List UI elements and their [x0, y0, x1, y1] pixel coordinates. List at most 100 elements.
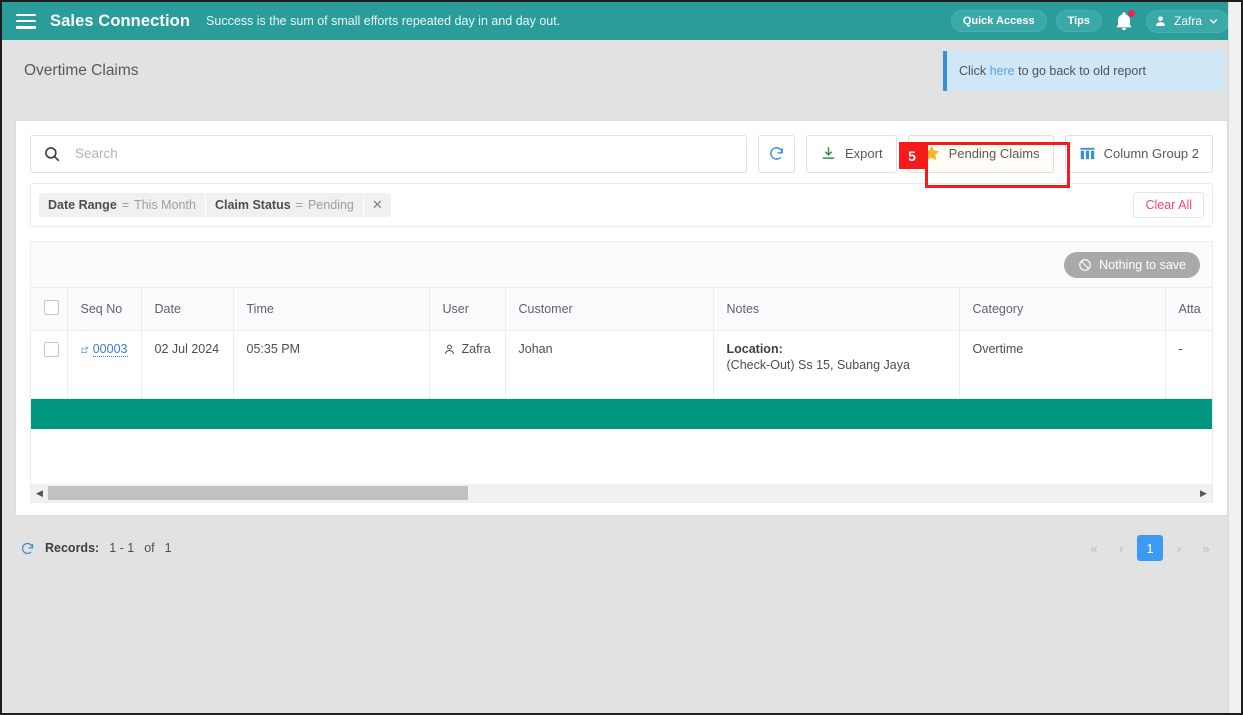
open-external-icon[interactable] — [81, 344, 88, 356]
notes-label: Location: — [726, 342, 783, 356]
chip-value: This Month — [134, 198, 196, 212]
page-prev-button[interactable]: ‹ — [1110, 536, 1132, 560]
notice-prefix: Click — [959, 64, 987, 78]
report-card: Export Pending Claims Column Group 2 — [15, 120, 1228, 516]
tips-button[interactable]: Tips — [1055, 10, 1102, 32]
page-first-button[interactable]: « — [1083, 536, 1105, 560]
pagination-footer: Records: 1 - 1 of 1 « ‹ 1 › » — [2, 524, 1241, 572]
page-header: Overtime Claims Click here to go back to… — [2, 40, 1241, 102]
cell-seq-no: 00003 — [67, 330, 142, 399]
header-time[interactable]: Time — [233, 288, 430, 331]
column-group-button[interactable]: Column Group 2 — [1064, 134, 1213, 173]
export-button[interactable]: Export — [805, 134, 897, 173]
refresh-icon — [770, 147, 784, 160]
notification-badge-dot — [1127, 10, 1135, 17]
report-toolbar: Export Pending Claims Column Group 2 — [16, 121, 1227, 186]
pending-claims-label: Pending Claims — [948, 146, 1040, 161]
grid-horizontal-scrollbar[interactable]: ◀ ▶ — [31, 484, 1212, 502]
cell-category: Overtime — [959, 330, 1166, 399]
user-avatar-icon — [1156, 15, 1165, 26]
no-entry-icon — [1079, 258, 1091, 271]
quick-access-button[interactable]: Quick Access — [950, 10, 1047, 32]
grid-summary-bar — [31, 399, 1212, 429]
app-tagline: Success is the sum of small efforts repe… — [206, 14, 561, 28]
table-row[interactable]: 00003 02 Jul 2024 05:35 PM Zafra Johan L… — [31, 330, 1212, 399]
scrollbar-track[interactable] — [48, 486, 1195, 500]
export-download-icon — [822, 147, 835, 159]
header-user[interactable]: User — [429, 288, 506, 331]
hamburger-menu-icon[interactable] — [16, 13, 36, 29]
user-icon — [444, 344, 454, 354]
cell-user: Zafra — [429, 330, 506, 399]
cell-notes: Location: (Check-Out) Ss 15, Subang Jaya — [713, 330, 960, 399]
top-navigation-bar: Sales Connection Success is the sum of s… — [2, 2, 1241, 40]
search-icon — [45, 146, 60, 161]
data-grid: Nothing to save Seq No Date Time User Cu… — [30, 241, 1213, 503]
notice-suffix: to go back to old report — [1018, 64, 1146, 78]
filter-chip-claim-status[interactable]: Claim Status = Pending — [206, 193, 363, 217]
claims-table: Seq No Date Time User Customer Notes Cat… — [31, 288, 1212, 399]
column-group-label: Column Group 2 — [1103, 146, 1199, 161]
table-head: Seq No Date Time User Customer Notes Cat… — [31, 288, 1212, 331]
page-last-button[interactable]: » — [1195, 536, 1217, 560]
header-date[interactable]: Date — [141, 288, 234, 331]
scroll-left-arrow-icon[interactable]: ◀ — [31, 488, 48, 499]
old-report-notice: Click here to go back to old report — [943, 51, 1225, 91]
records-label: Records: — [45, 541, 100, 555]
records-of-label: of — [144, 541, 155, 555]
records-range: 1 - 1 — [109, 541, 135, 555]
header-notes[interactable]: Notes — [713, 288, 960, 331]
refresh-icon[interactable] — [20, 541, 35, 556]
page-next-button[interactable]: › — [1168, 536, 1190, 560]
filter-chip-date-range[interactable]: Date Range = This Month — [39, 193, 205, 217]
app-screen: Sales Connection Success is the sum of s… — [0, 0, 1243, 715]
annotation-step-number: 5 — [899, 142, 925, 169]
scrollbar-thumb[interactable] — [48, 486, 468, 500]
search-box[interactable] — [30, 134, 748, 173]
cell-date: 02 Jul 2024 — [141, 330, 234, 399]
pagination-controls: « ‹ 1 › » — [1083, 535, 1217, 561]
export-label: Export — [844, 146, 883, 161]
grid-action-bar: Nothing to save — [31, 242, 1212, 288]
header-attachment[interactable]: Atta — [1165, 288, 1212, 331]
scroll-right-arrow-icon[interactable]: ▶ — [1195, 488, 1212, 499]
column-group-icon — [1080, 147, 1095, 160]
chip-value: Pending — [307, 198, 354, 212]
header-select-all — [31, 288, 68, 331]
cell-customer: Johan — [505, 330, 714, 399]
header-customer[interactable]: Customer — [505, 288, 714, 331]
header-category[interactable]: Category — [959, 288, 1166, 331]
user-name-label: Zafra — [1173, 14, 1202, 28]
records-info: Records: 1 - 1 of 1 — [20, 541, 172, 556]
page-vertical-scrollbar[interactable] — [1228, 2, 1241, 713]
search-input[interactable] — [73, 145, 735, 162]
user-menu-button[interactable]: Zafra — [1145, 9, 1229, 33]
notification-bell-icon[interactable] — [1113, 10, 1135, 32]
page-number-1[interactable]: 1 — [1137, 535, 1163, 561]
chevron-down-icon — [1209, 18, 1218, 24]
pending-claims-button[interactable]: Pending Claims — [907, 134, 1054, 173]
refresh-button[interactable] — [758, 134, 795, 173]
chip-key: Date Range — [48, 198, 117, 212]
seq-no-link[interactable]: 00003 — [92, 342, 128, 357]
table-body: 00003 02 Jul 2024 05:35 PM Zafra Johan L… — [31, 330, 1212, 399]
cell-time: 05:35 PM — [233, 330, 430, 399]
remove-filter-icon[interactable]: ✕ — [364, 193, 391, 217]
chip-key: Claim Status — [214, 198, 291, 212]
notes-text: (Check-Out) Ss 15, Subang Jaya — [726, 358, 910, 372]
clear-all-button[interactable]: Clear All — [1133, 192, 1204, 218]
old-report-link[interactable]: here — [990, 64, 1015, 78]
app-brand-title: Sales Connection — [50, 11, 191, 30]
cell-attachment: - — [1165, 330, 1212, 399]
select-all-checkbox[interactable] — [44, 300, 59, 315]
filter-bar: Date Range = This Month Claim Status = P… — [30, 183, 1213, 227]
row-checkbox[interactable] — [44, 342, 59, 357]
records-total: 1 — [164, 541, 172, 555]
filter-chip-group: Date Range = This Month Claim Status = P… — [39, 193, 391, 217]
table-header-row: Seq No Date Time User Customer Notes Cat… — [31, 288, 1212, 331]
chip-operator: = — [121, 198, 130, 212]
nothing-to-save-button[interactable]: Nothing to save — [1064, 251, 1200, 278]
header-seq-no[interactable]: Seq No — [67, 288, 142, 331]
nothing-to-save-label: Nothing to save — [1099, 257, 1186, 272]
user-label: Zafra — [461, 342, 491, 356]
